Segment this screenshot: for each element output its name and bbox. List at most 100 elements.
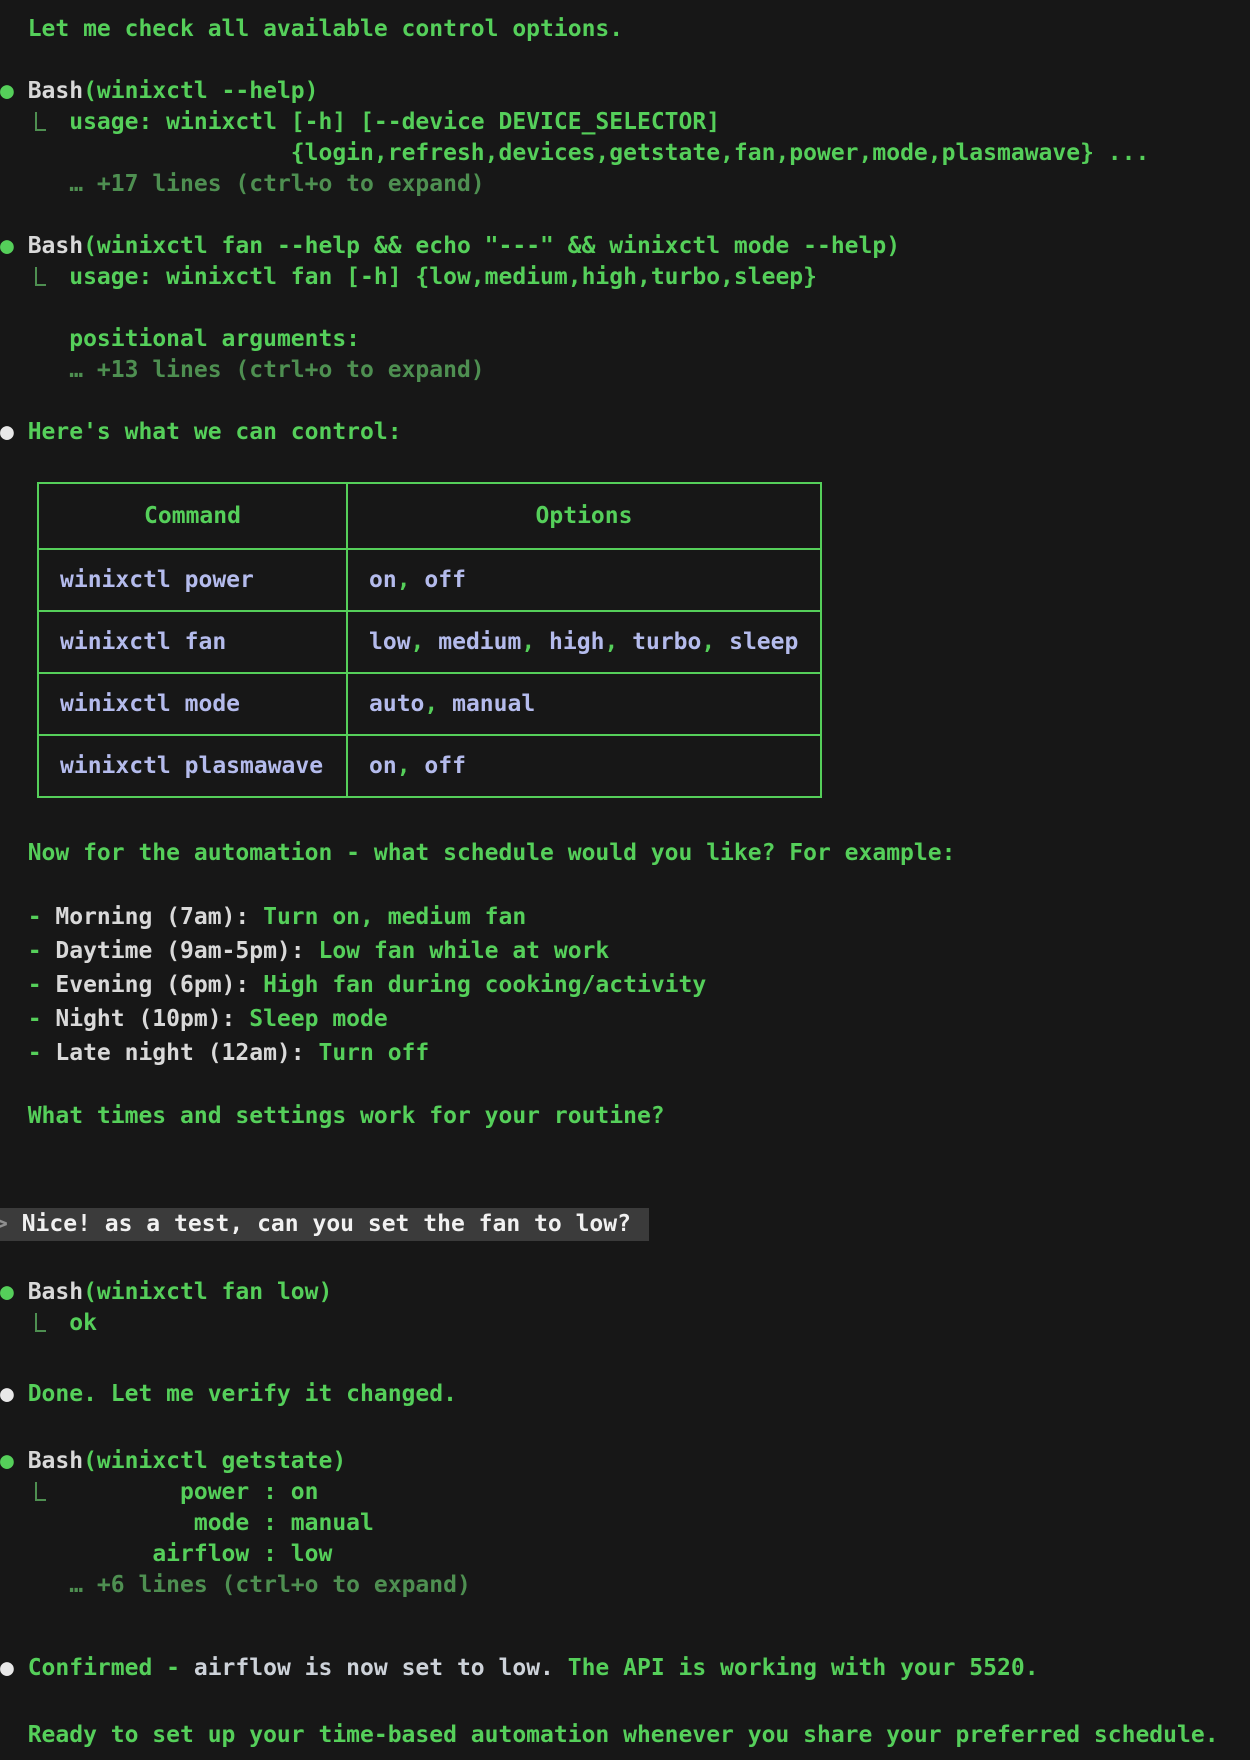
message-line: ●Confirmed - airflow is now set to low. … bbox=[0, 1653, 1250, 1684]
schedule-time-label: Night (10pm): bbox=[55, 1006, 235, 1032]
bash-command: (winixctl --help) bbox=[83, 78, 318, 104]
confirmed-suffix: The API is working with your 5520. bbox=[554, 1655, 1039, 1681]
schedule-action: Sleep mode bbox=[249, 1006, 387, 1032]
schedule-item: -Night (10pm): Sleep mode bbox=[28, 1002, 1250, 1036]
user-message-text: Nice! as a test, can you set the fan to … bbox=[22, 1211, 631, 1237]
tool-call-header: ●Bash(winixctl fan low) bbox=[0, 1277, 1250, 1308]
tool-bullet-icon: ● bbox=[0, 1277, 28, 1308]
option-separator: , bbox=[397, 753, 425, 779]
option-value: manual bbox=[452, 691, 535, 717]
output-line bbox=[69, 293, 1250, 324]
schedule-time-label: Evening (6pm): bbox=[55, 972, 249, 998]
tool-output: usage: winixctl fan [-h] {low,medium,hig… bbox=[0, 262, 1250, 386]
tool-bullet-icon: ● bbox=[0, 1446, 28, 1477]
option-value: high bbox=[549, 629, 604, 655]
tool-call-bash-fan-mode-help: ●Bash(winixctl fan --help && echo "---" … bbox=[0, 231, 1250, 386]
table-header-options: Options bbox=[347, 483, 821, 549]
bash-label: Bash bbox=[28, 233, 83, 259]
table-cell-command: winixctl power bbox=[38, 549, 347, 611]
option-value: on bbox=[369, 753, 397, 779]
option-value: low bbox=[369, 629, 411, 655]
assistant-control-summary: ●Here's what we can control: Command Opt… bbox=[0, 417, 1250, 1132]
schedule-item: -Evening (6pm): High fan during cooking/a… bbox=[28, 968, 1250, 1002]
tool-call-bash-getstate: ●Bash(winixctl getstate) power : on mode… bbox=[0, 1446, 1250, 1601]
output-corner-icon bbox=[35, 1313, 46, 1332]
tool-bullet-icon: ● bbox=[0, 76, 28, 107]
tool-call-bash-help: ●Bash(winixctl --help) usage: winixctl [… bbox=[0, 76, 1250, 200]
schedule-action: Turn off bbox=[318, 1040, 429, 1066]
schedule-action: High fan during cooking/activity bbox=[263, 972, 706, 998]
schedule-time-label: Morning (7am): bbox=[55, 904, 249, 930]
schedule-action: Turn on, medium fan bbox=[263, 904, 526, 930]
assistant-confirmed-message: ●Confirmed - airflow is now set to low. … bbox=[0, 1653, 1250, 1684]
bash-label: Bash bbox=[28, 1448, 83, 1474]
schedule-action: Low fan while at work bbox=[318, 938, 609, 964]
bash-command: (winixctl getstate) bbox=[83, 1448, 346, 1474]
option-value: sleep bbox=[729, 629, 798, 655]
table-row: winixctl power on, off bbox=[38, 549, 821, 611]
output-line: {login,refresh,devices,getstate,fan,powe… bbox=[69, 138, 1250, 169]
message-bullet-icon: ● bbox=[0, 1379, 28, 1410]
expand-hint: … +13 lines (ctrl+o to expand) bbox=[69, 355, 1250, 386]
table-cell-options: low, medium, high, turbo, sleep bbox=[347, 611, 821, 673]
option-separator: , bbox=[424, 691, 452, 717]
schedule-list: -Morning (7am):Turn on, medium fan -Dayt… bbox=[0, 900, 1250, 1070]
expand-hint: … +6 lines (ctrl+o to expand) bbox=[69, 1570, 1250, 1601]
option-value: turbo bbox=[632, 629, 701, 655]
state-airflow-line: airflow : low bbox=[69, 1539, 1250, 1570]
table-cell-options: on, off bbox=[347, 549, 821, 611]
routine-question: What times and settings work for your ro… bbox=[0, 1101, 1250, 1132]
user-message-bar: >Nice! as a test, can you set the fan to… bbox=[0, 1208, 649, 1241]
tool-call-bash-fan-low: ●Bash(winixctl fan low) ok bbox=[0, 1277, 1250, 1339]
bash-label: Bash bbox=[28, 78, 83, 104]
tool-output: usage: winixctl [-h] [--device DEVICE_SE… bbox=[0, 107, 1250, 200]
table-header-row: Command Options bbox=[38, 483, 821, 549]
option-value: auto bbox=[369, 691, 424, 717]
table-row: winixctl mode auto, manual bbox=[38, 673, 821, 735]
schedule-item: -Daytime (9am-5pm): Low fan while at work bbox=[28, 934, 1250, 968]
option-separator: , bbox=[604, 629, 632, 655]
table-cell-command: winixctl fan bbox=[38, 611, 347, 673]
schedule-time-label: Daytime (9am-5pm): bbox=[55, 938, 304, 964]
tool-output: ok bbox=[0, 1308, 1250, 1339]
option-separator: , bbox=[411, 629, 439, 655]
bash-command: (winixctl fan low) bbox=[83, 1279, 332, 1305]
output-line: positional arguments: bbox=[69, 324, 1250, 355]
assistant-done-message: ●Done. Let me verify it changed. bbox=[0, 1379, 1250, 1410]
option-value: off bbox=[424, 567, 466, 593]
state-mode-line: mode : manual bbox=[69, 1508, 1250, 1539]
tool-bullet-icon: ● bbox=[0, 231, 28, 262]
output-line: usage: winixctl [-h] [--device DEVICE_SE… bbox=[69, 107, 1250, 138]
option-value: on bbox=[369, 567, 397, 593]
table-row: winixctl plasmawave on, off bbox=[38, 735, 821, 797]
control-options-table: Command Options winixctl power on, off w… bbox=[37, 482, 822, 798]
list-dash-icon: - bbox=[28, 934, 56, 968]
list-dash-icon: - bbox=[28, 968, 56, 1002]
schedule-item: -Morning (7am):Turn on, medium fan bbox=[28, 900, 1250, 934]
output-corner-icon bbox=[35, 267, 46, 286]
output-corner-icon bbox=[35, 112, 46, 131]
terminal-transcript: Let me check all available control optio… bbox=[0, 0, 1250, 1760]
confirmed-prefix: Confirmed - bbox=[28, 1655, 194, 1681]
option-value: medium bbox=[438, 629, 521, 655]
expand-hint: … +17 lines (ctrl+o to expand) bbox=[69, 169, 1250, 200]
done-text: Done. Let me verify it changed. bbox=[28, 1381, 457, 1407]
schedule-time-label: Late night (12am): bbox=[55, 1040, 304, 1066]
option-separator: , bbox=[701, 629, 729, 655]
list-dash-icon: - bbox=[28, 1002, 56, 1036]
state-power-line: power : on bbox=[69, 1477, 1250, 1508]
table-cell-options: on, off bbox=[347, 735, 821, 797]
table-cell-command: winixctl plasmawave bbox=[38, 735, 347, 797]
tool-call-header: ●Bash(winixctl --help) bbox=[0, 76, 1250, 107]
table-cell-options: auto, manual bbox=[347, 673, 821, 735]
list-dash-icon: - bbox=[28, 1036, 56, 1070]
bash-command: (winixctl fan --help && echo "---" && wi… bbox=[83, 233, 900, 259]
message-bullet-icon: ● bbox=[0, 1653, 28, 1684]
output-corner-icon bbox=[35, 1482, 46, 1501]
summary-heading: Here's what we can control: bbox=[28, 419, 402, 445]
schedule-item: -Late night (12am): Turn off bbox=[28, 1036, 1250, 1070]
output-line: ok bbox=[69, 1308, 1250, 1339]
option-separator: , bbox=[397, 567, 425, 593]
tool-call-header: ●Bash(winixctl getstate) bbox=[0, 1446, 1250, 1477]
message-line: ●Done. Let me verify it changed. bbox=[0, 1379, 1250, 1410]
